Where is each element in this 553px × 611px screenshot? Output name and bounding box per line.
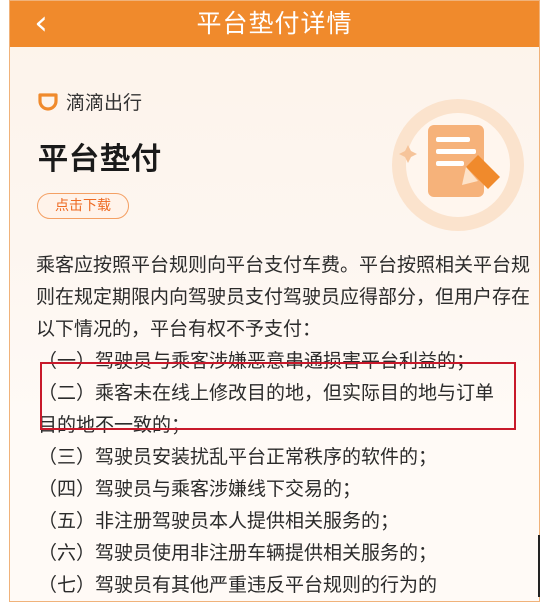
brand: 滴滴出行 (36, 87, 142, 115)
list-item: （七）驾驶员有其他严重违反平台规则的行为的 (38, 574, 438, 596)
list-item: （三）驾驶员安装扰乱平台正常秩序的软件的； (38, 446, 438, 468)
app-screen: ‹ 平台垫付详情 滴滴出行 平台垫付 点击下载 乘客应按照平台规则向平台支付车费… (9, 0, 540, 602)
download-button[interactable]: 点击下载 (37, 193, 129, 219)
brand-name: 滴滴出行 (66, 91, 143, 114)
list-item: （六）驾驶员使用非注册车辆提供相关服务的； (38, 542, 438, 564)
list-item: （五）非注册驾驶员本人提供相关服务的； (38, 510, 400, 532)
nav-bar: ‹ 平台垫付详情 (10, 1, 539, 47)
intro-paragraph: 乘客应按照平台规则向平台支付车费。平台按照相关平台规则在规定期限内向驾驶员支付驾… (36, 254, 531, 340)
didi-logo-icon (38, 93, 58, 111)
page-title: 平台垫付详情 (196, 9, 353, 38)
list-item: （四）驾驶员与乘客涉嫌线下交易的； (38, 478, 362, 500)
edge-mark (538, 535, 540, 597)
highlight-box (40, 362, 516, 430)
document-pencil-icon (392, 99, 524, 231)
section-heading: 平台垫付 (38, 142, 162, 177)
